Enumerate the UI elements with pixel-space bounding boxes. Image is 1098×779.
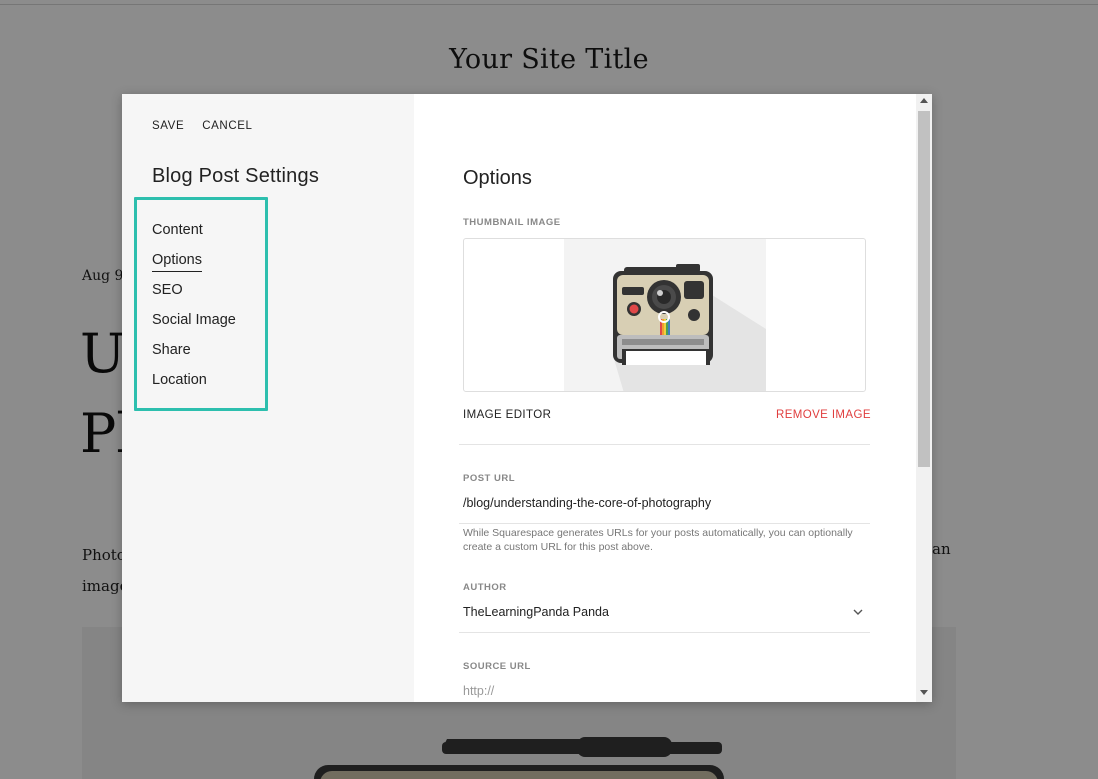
source-url-input[interactable] bbox=[463, 684, 868, 698]
image-editor-button[interactable]: IMAGE EDITOR bbox=[463, 409, 551, 421]
nav-item-social-image[interactable]: Social Image bbox=[152, 310, 236, 340]
settings-nav: Content Options SEO Social Image Share L… bbox=[152, 220, 236, 400]
post-url-input[interactable] bbox=[463, 496, 868, 510]
remove-image-button[interactable]: REMOVE IMAGE bbox=[776, 409, 871, 421]
source-url-label: SOURCE URL bbox=[463, 661, 531, 672]
section-divider bbox=[459, 444, 870, 445]
nav-item-content[interactable]: Content bbox=[152, 220, 236, 250]
author-select[interactable]: TheLearningPanda Panda bbox=[463, 605, 868, 619]
nav-item-location[interactable]: Location bbox=[152, 370, 236, 400]
scroll-up-arrow-icon[interactable] bbox=[920, 98, 928, 103]
scroll-down-arrow-icon[interactable] bbox=[920, 690, 928, 695]
blog-post-settings-dialog: SAVE CANCEL Blog Post Settings Content O… bbox=[122, 94, 932, 702]
settings-sidebar: SAVE CANCEL Blog Post Settings Content O… bbox=[122, 94, 414, 702]
nav-item-options[interactable]: Options bbox=[152, 250, 236, 280]
author-label: AUTHOR bbox=[463, 582, 507, 593]
author-underline bbox=[459, 632, 870, 633]
thumbnail-preview bbox=[564, 239, 766, 391]
polaroid-camera-icon bbox=[613, 264, 766, 391]
dialog-title: Blog Post Settings bbox=[152, 165, 320, 187]
post-url-label: POST URL bbox=[463, 473, 516, 484]
nav-item-share[interactable]: Share bbox=[152, 340, 236, 370]
dialog-actions: SAVE CANCEL bbox=[152, 120, 253, 132]
cancel-button[interactable]: CANCEL bbox=[202, 120, 252, 132]
dialog-scrollbar[interactable] bbox=[916, 94, 932, 702]
post-url-help: While Squarespace generates URLs for you… bbox=[463, 527, 853, 553]
thumbnail-image[interactable] bbox=[463, 238, 866, 392]
scrollbar-thumb[interactable] bbox=[918, 111, 930, 467]
nav-item-seo[interactable]: SEO bbox=[152, 280, 236, 310]
post-url-underline bbox=[459, 523, 870, 524]
save-button[interactable]: SAVE bbox=[152, 120, 184, 132]
chevron-down-icon[interactable] bbox=[852, 606, 864, 618]
options-title: Options bbox=[463, 167, 532, 189]
thumbnail-label: THUMBNAIL IMAGE bbox=[463, 217, 561, 228]
options-panel: Options THUMBNAIL IMAGE IMAGE EDITOR REM… bbox=[414, 94, 916, 702]
